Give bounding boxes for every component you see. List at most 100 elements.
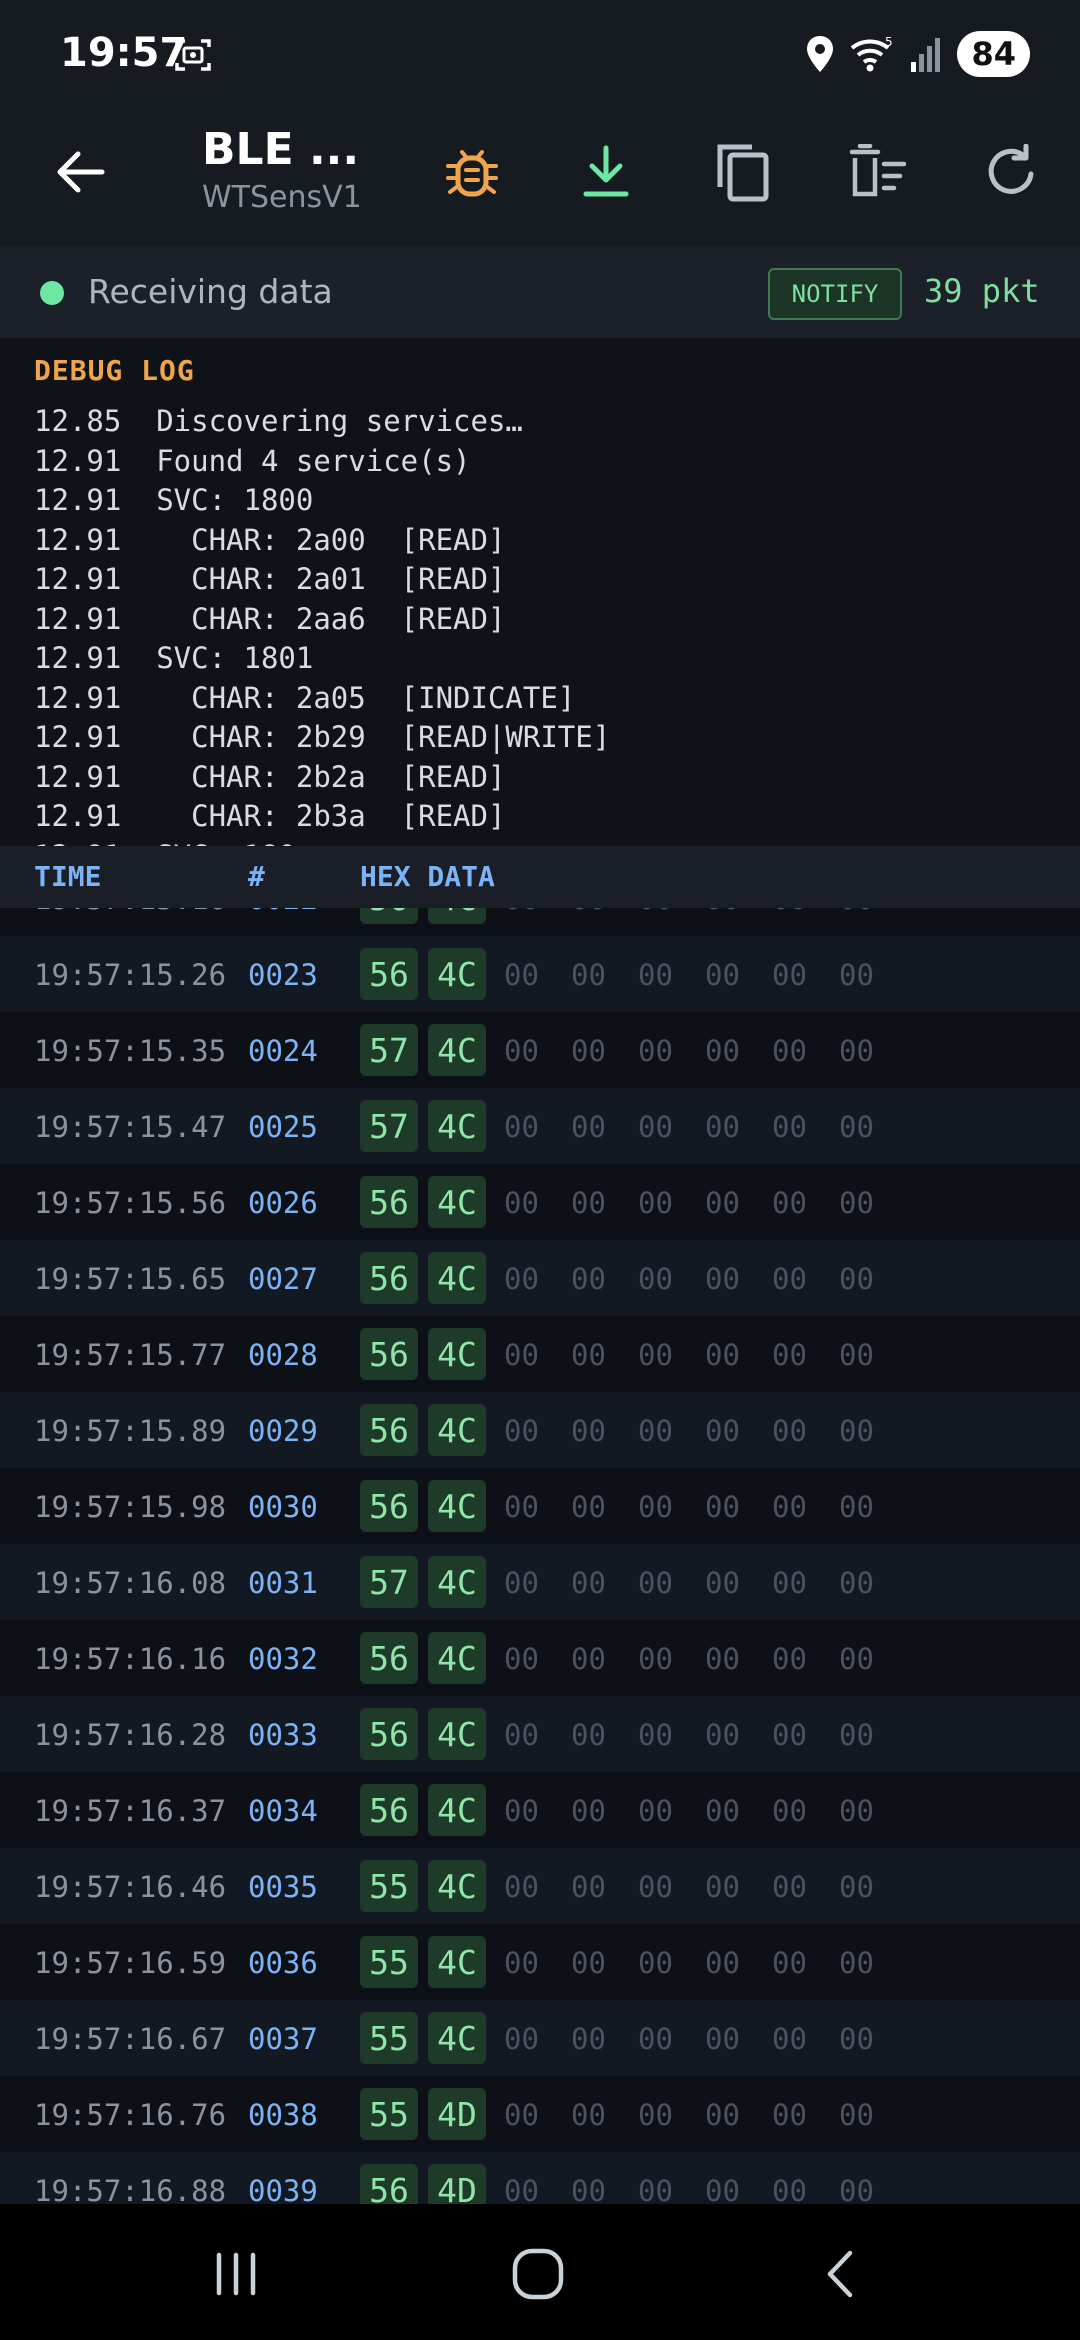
hex-byte: 00 (772, 1794, 807, 1828)
hex-byte: 00 (571, 1794, 606, 1828)
packet-row[interactable]: 19:57:15.77 0028 56 4C 00 00 00 00 00 00 (0, 1316, 1080, 1392)
system-navigation-bar (0, 2204, 1080, 2340)
hex-byte: 00 (504, 1490, 539, 1524)
hex-byte: 00 (839, 2098, 874, 2132)
packet-time: 19:57:15.26 (34, 958, 227, 992)
hex-byte: 00 (772, 908, 807, 916)
packet-time: 19:57:16.28 (34, 1718, 227, 1752)
hex-byte: 00 (705, 1870, 740, 1904)
recents-button[interactable] (196, 2234, 276, 2314)
hex-byte: 00 (839, 908, 874, 916)
packet-row[interactable]: 19:57:16.28 0033 56 4C 00 00 00 00 00 00 (0, 1696, 1080, 1772)
hex-byte: 00 (839, 958, 874, 992)
debug-button[interactable] (436, 136, 508, 208)
packet-row[interactable]: 19:57:15.47 0025 57 4C 00 00 00 00 00 00 (0, 1088, 1080, 1164)
packet-row[interactable]: 19:57:15.89 0029 56 4C 00 00 00 00 00 00 (0, 1392, 1080, 1468)
hex-byte: 00 (839, 1186, 874, 1220)
packet-row[interactable]: 19:57:16.08 0031 57 4C 00 00 00 00 00 00 (0, 1544, 1080, 1620)
hex-byte: 00 (504, 1946, 539, 1980)
back-nav-icon (827, 2250, 853, 2298)
packet-row[interactable]: 19:57:16.46 0035 55 4C 00 00 00 00 00 00 (0, 1848, 1080, 1924)
packet-time: 19:57:15.89 (34, 1414, 227, 1448)
hex-byte: 00 (638, 1946, 673, 1980)
hex-byte: 00 (705, 2174, 740, 2204)
download-button[interactable] (570, 136, 642, 208)
hex-byte-highlight: 4C (428, 1176, 486, 1228)
hex-byte-highlight: 56 (360, 2164, 418, 2204)
packet-time: 19:57:16.88 (34, 2174, 227, 2204)
hex-byte: 00 (638, 1262, 673, 1296)
packet-row[interactable]: 19:57:15.98 0030 56 4C 00 00 00 00 00 00 (0, 1468, 1080, 1544)
hex-byte: 00 (772, 2022, 807, 2056)
debug-log-line: 12.85 Discovering services… (34, 404, 523, 438)
packet-row[interactable]: 19:57:15.35 0024 57 4C 00 00 00 00 00 00 (0, 1012, 1080, 1088)
hex-byte: 00 (772, 1490, 807, 1524)
clear-button[interactable] (842, 136, 914, 208)
packet-row[interactable]: 19:57:15.26 0023 56 4C 00 00 00 00 00 00 (0, 936, 1080, 1012)
hex-byte: 00 (571, 1490, 606, 1524)
hex-byte: 00 (571, 1034, 606, 1068)
packet-row[interactable]: 19:57:15.16 0022 56 4C 00 00 00 00 00 00 (0, 908, 1080, 936)
packet-list[interactable]: 19:57:15.160022564C00000000000019:57:15.… (0, 908, 1080, 2204)
packet-row[interactable]: 19:57:16.76 0038 55 4D 00 00 00 00 00 00 (0, 2076, 1080, 2152)
hex-byte-highlight: 57 (360, 1556, 418, 1608)
back-button[interactable] (48, 140, 112, 204)
hex-byte: 00 (772, 1110, 807, 1144)
hex-byte: 00 (839, 1642, 874, 1676)
hex-byte: 00 (638, 1490, 673, 1524)
hex-byte: 00 (772, 1870, 807, 1904)
hex-byte: 00 (839, 1110, 874, 1144)
hex-byte: 00 (705, 1034, 740, 1068)
hex-byte: 00 (638, 1642, 673, 1676)
hex-byte-highlight: 56 (360, 948, 418, 1000)
copy-icon (717, 144, 769, 202)
hex-byte-highlight: 55 (360, 2088, 418, 2140)
packet-row[interactable]: 19:57:15.56 0026 56 4C 00 00 00 00 00 00 (0, 1164, 1080, 1240)
status-dot-icon (40, 281, 64, 305)
hex-byte-highlight: 4D (428, 2164, 486, 2204)
packet-row[interactable]: 19:57:16.67 0037 55 4C 00 00 00 00 00 00 (0, 2000, 1080, 2076)
packet-row[interactable]: 19:57:16.59 0036 55 4C 00 00 00 00 00 00 (0, 1924, 1080, 2000)
refresh-button[interactable] (976, 136, 1048, 208)
debug-log-line: 12.91 CHAR: 2a01 [READ] (34, 562, 506, 596)
packet-time: 19:57:16.08 (34, 1566, 227, 1600)
system-back-button[interactable] (800, 2234, 880, 2314)
hex-byte: 00 (705, 1946, 740, 1980)
bug-icon (446, 150, 498, 197)
packet-row[interactable]: 19:57:16.88 0039 56 4D 00 00 00 00 00 00 (0, 2152, 1080, 2204)
hex-byte: 00 (504, 1870, 539, 1904)
packet-row[interactable]: 19:57:16.37 0034 56 4C 00 00 00 00 00 00 (0, 1772, 1080, 1848)
hex-byte: 00 (504, 1414, 539, 1448)
hex-byte: 00 (839, 2174, 874, 2204)
hex-byte-highlight: 4C (428, 1708, 486, 1760)
recents-icon (216, 2252, 256, 2296)
hex-byte-highlight: 56 (360, 1784, 418, 1836)
packet-time: 19:57:15.77 (34, 1338, 227, 1372)
packet-row[interactable]: 19:57:16.16 0032 56 4C 00 00 00 00 00 00 (0, 1620, 1080, 1696)
status-bar: 19:57 5 84 (0, 0, 1080, 110)
hex-byte: 00 (839, 2022, 874, 2056)
hex-byte-highlight: 4C (428, 1100, 486, 1152)
hex-byte: 00 (571, 1566, 606, 1600)
hex-byte: 00 (638, 1338, 673, 1372)
device-name: WTSensV1 (202, 180, 362, 215)
packet-row[interactable]: 19:57:15.65 0027 56 4C 00 00 00 00 00 00 (0, 1240, 1080, 1316)
debug-log-panel[interactable]: DEBUG LOG 12.85 Discovering services… 12… (0, 338, 1080, 846)
hex-byte-highlight: 4C (428, 1632, 486, 1684)
hex-byte: 00 (705, 1794, 740, 1828)
hex-byte: 00 (839, 1870, 874, 1904)
hex-byte-highlight: 4C (428, 1024, 486, 1076)
hex-byte: 00 (638, 1566, 673, 1600)
hex-byte: 00 (705, 1262, 740, 1296)
hex-byte: 00 (772, 958, 807, 992)
debug-log-line: 12.91 CHAR: 2b2a [READ] (34, 759, 506, 794)
hex-byte-highlight: 56 (360, 1252, 418, 1304)
copy-button[interactable] (706, 136, 778, 208)
hex-byte: 00 (638, 2174, 673, 2204)
packet-number: 0037 (248, 2022, 318, 2056)
home-button[interactable] (498, 2234, 578, 2314)
packet-table-header: TIME # HEX DATA (0, 846, 1080, 908)
hex-byte-highlight: 56 (360, 1328, 418, 1380)
hex-byte: 00 (638, 2022, 673, 2056)
hex-byte-highlight: 56 (360, 1404, 418, 1456)
